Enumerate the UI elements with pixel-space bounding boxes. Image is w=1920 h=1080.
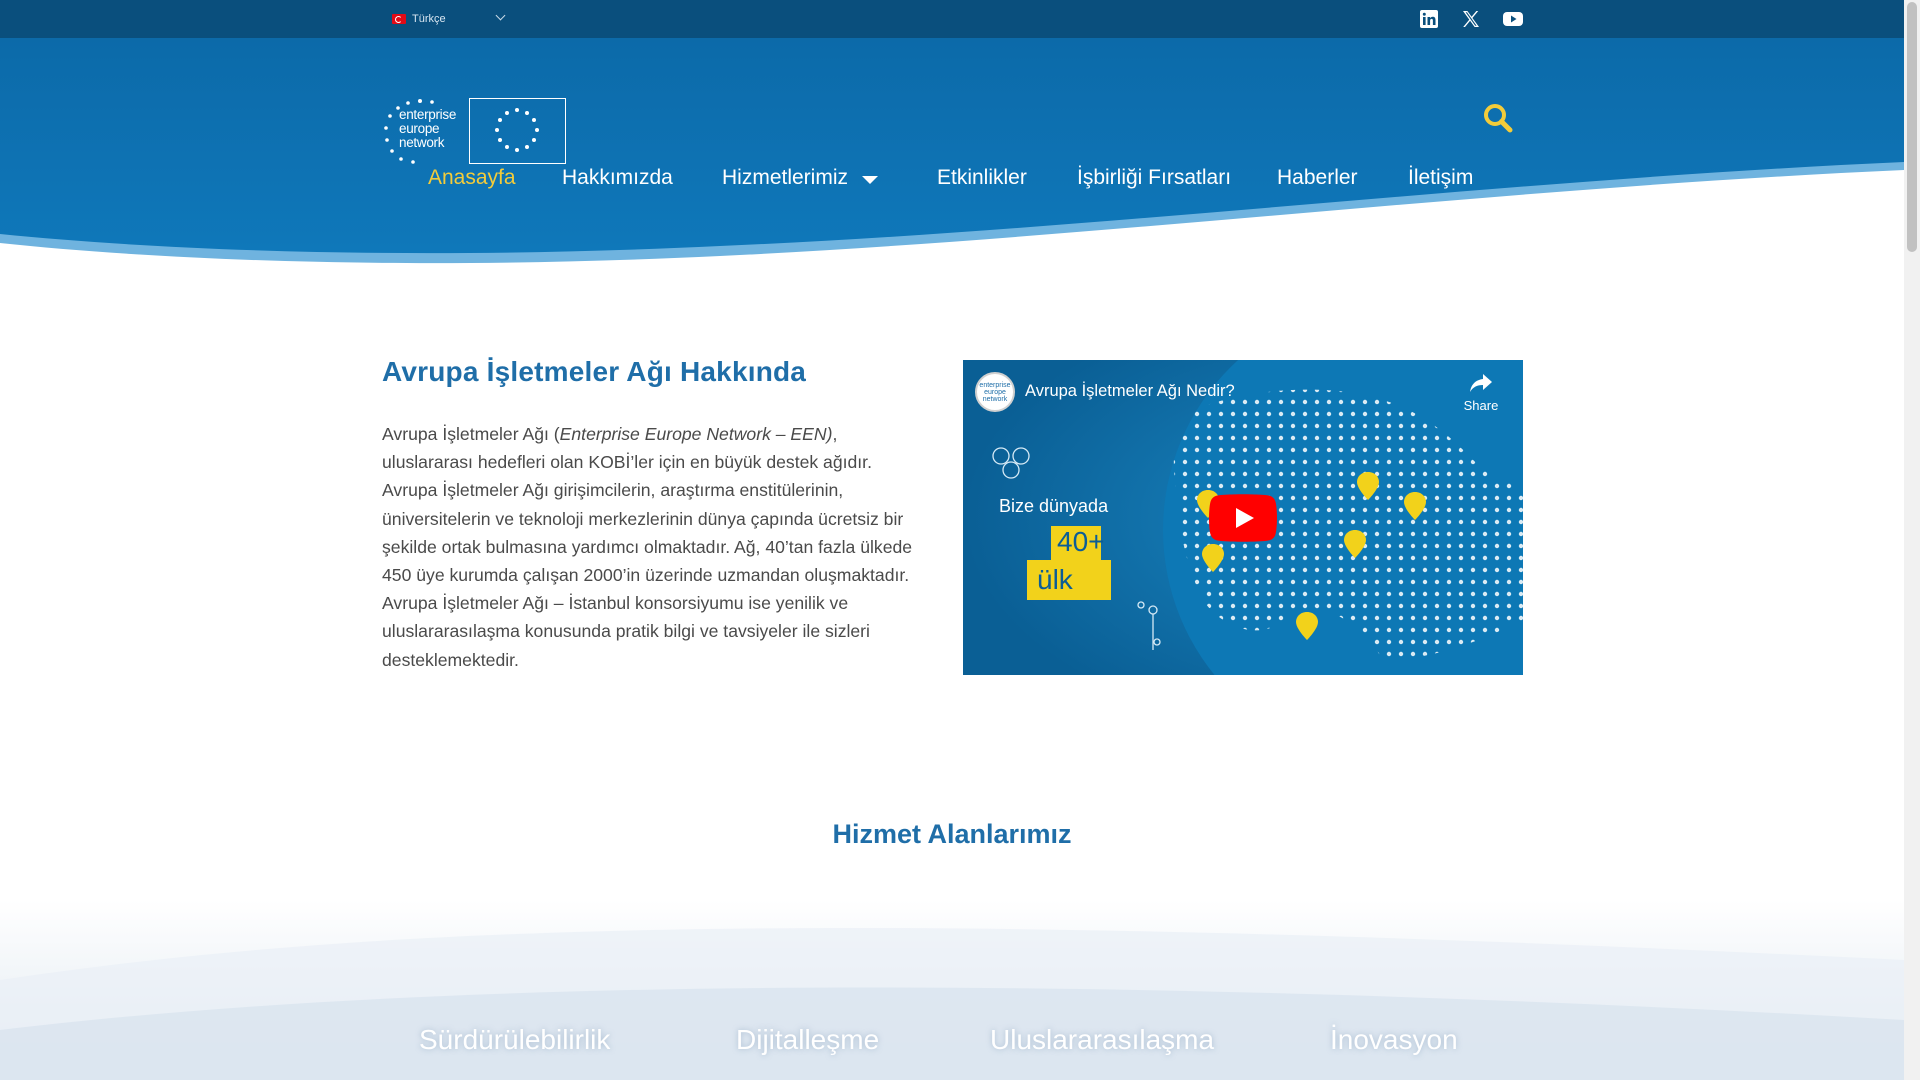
video-title[interactable]: Avrupa İşletmeler Ağı Nedir? (1025, 382, 1235, 401)
search-icon[interactable] (1482, 102, 1514, 134)
play-button[interactable] (1209, 494, 1277, 542)
scrollbar-thumb[interactable] (1907, 2, 1917, 252)
eu-flag-logo (469, 98, 566, 164)
turkey-flag-icon (392, 14, 406, 24)
chevron-down-icon (495, 10, 506, 21)
page-scrollbar[interactable] (1904, 0, 1920, 1080)
caret-down-icon (862, 176, 878, 184)
channel-avatar[interactable]: enterprise europe network (975, 372, 1015, 412)
een-logo-text: enterprise europe network (399, 107, 457, 150)
services-title: Hizmet Alanlarımız (832, 819, 1072, 849)
top-bar: Türkçe (0, 0, 1904, 38)
about-paragraph: Avrupa İşletmeler Ağı (Enterprise Europe… (382, 424, 913, 670)
site-header: enterprise europe network Anasayfa Hakkı… (0, 38, 1904, 278)
play-icon (1209, 494, 1277, 542)
youtube-icon[interactable] (1503, 9, 1523, 29)
nav-item-isbirligi-firsatlari[interactable]: İşbirliği Fırsatları (1077, 160, 1231, 196)
nav-item-hakkimizda[interactable]: Hakkımızda (562, 160, 673, 196)
linkedin-icon[interactable] (1419, 9, 1439, 29)
een-logo[interactable]: enterprise europe network (382, 98, 460, 164)
share-label: Share (1463, 398, 1499, 413)
video-overlay-badge: 40+ ülk (1027, 526, 1111, 600)
nav-item-etkinlikler[interactable]: Etkinlikler (937, 160, 1027, 196)
video-overlay-text: Bize dünyada (999, 496, 1109, 516)
header-wave-background (0, 38, 1904, 264)
share-icon (1470, 374, 1492, 392)
language-selector[interactable]: Türkçe (392, 9, 506, 29)
service-surdurulebilirlik[interactable]: Sürdürülebilirlik (419, 1024, 610, 1056)
main-navigation: Anasayfa Hakkımızda Hizmetlerimiz Etkinl… (0, 160, 1904, 196)
share-button[interactable]: Share (1453, 372, 1509, 422)
service-dijitallesme[interactable]: Dijitalleşme (736, 1024, 879, 1056)
nav-item-haberler[interactable]: Haberler (1277, 160, 1358, 196)
about-title: Avrupa İşletmeler Ağı Hakkında (382, 356, 807, 387)
language-label: Türkçe (412, 13, 446, 25)
nav-item-anasayfa[interactable]: Anasayfa (428, 160, 516, 196)
video-player[interactable]: enterprise europe network Avrupa İşletme… (963, 360, 1523, 675)
service-uluslararasilasma[interactable]: Uluslararasılaşma (990, 1024, 1214, 1056)
nav-item-iletisim[interactable]: İletişim (1408, 160, 1473, 196)
services-background (0, 900, 1904, 1080)
x-icon[interactable] (1461, 9, 1481, 29)
service-inovasyon[interactable]: İnovasyon (1330, 1024, 1458, 1056)
nav-item-hizmetlerimiz[interactable]: Hizmetlerimiz (722, 160, 878, 196)
